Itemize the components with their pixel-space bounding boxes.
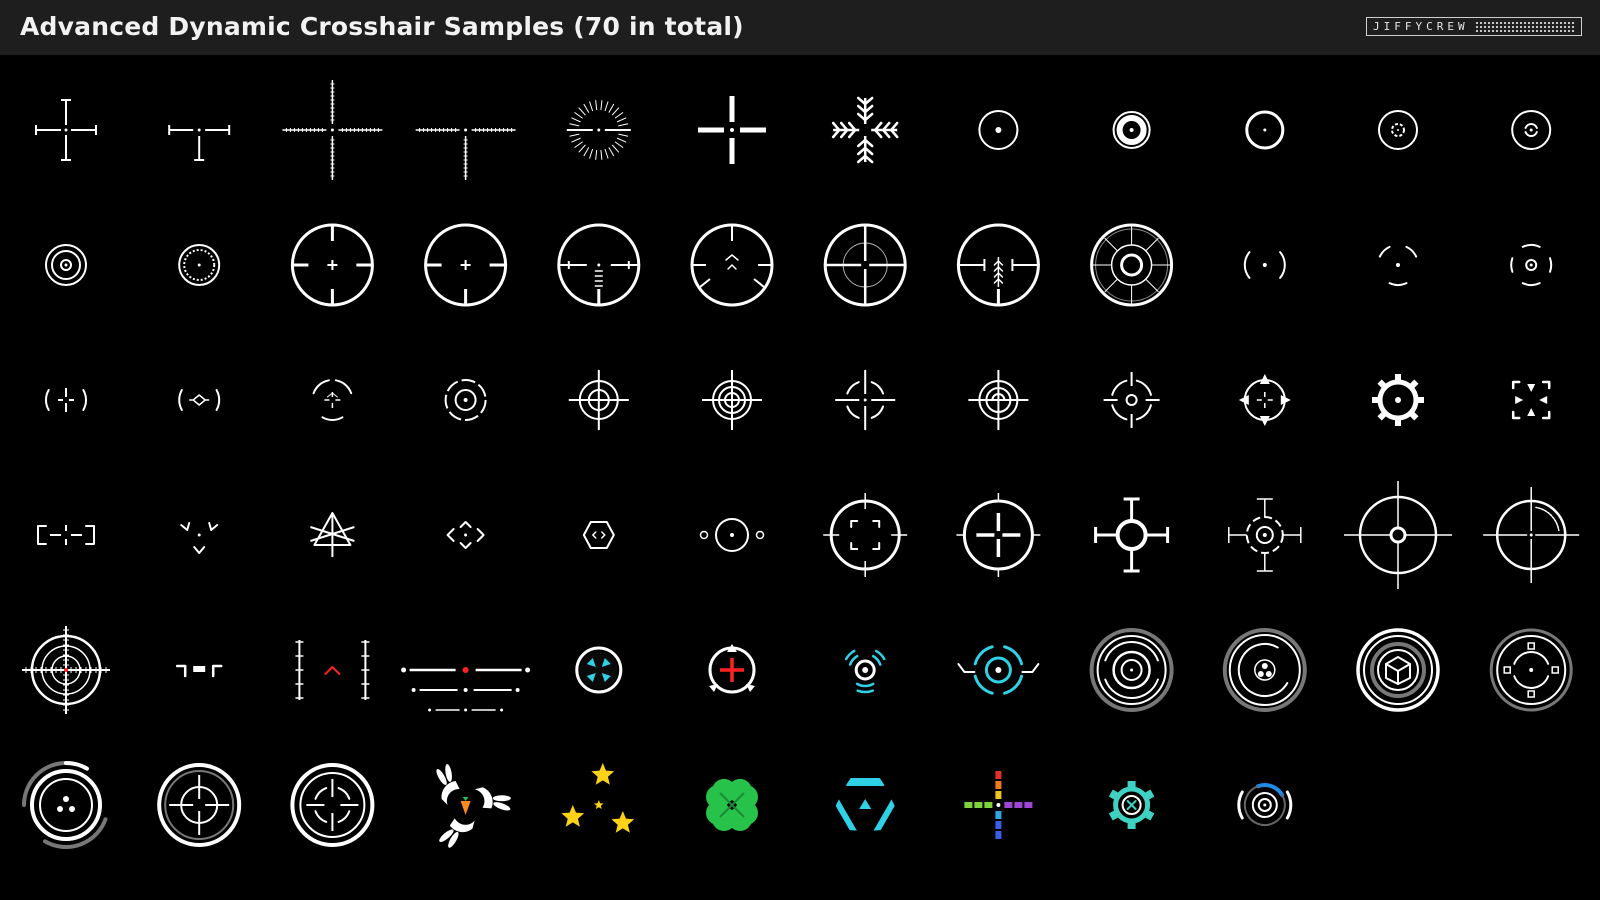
crosshair-hexagon-diamond <box>582 521 615 549</box>
crosshair-bold-plus <box>698 96 766 164</box>
crosshair-rgb-cross <box>964 771 1033 839</box>
crosshair-scope-target <box>1090 223 1174 307</box>
crosshair-bracket-pair-dot <box>1510 244 1553 286</box>
crosshair-hud-squares <box>1489 628 1573 712</box>
crosshair-scope-ladder <box>557 223 641 307</box>
crosshair-rail-chevron <box>295 640 370 700</box>
crosshair-cyan-fan-circle <box>575 646 623 694</box>
logo-dot-pattern <box>1474 21 1575 32</box>
crosshair-hud-arcs <box>1089 628 1174 712</box>
crosshair-teal-gear <box>1108 781 1155 829</box>
crosshair-cross-triple-ring <box>702 370 762 430</box>
crosshair-ring-crosshair-ticks <box>1228 498 1302 572</box>
crosshair-cyan-wave-dot <box>844 649 886 694</box>
crosshair-ring-side-dots <box>699 518 765 552</box>
crosshair-bold-ring-brackets <box>290 763 375 847</box>
crosshair-ring-corner-brackets <box>823 493 908 577</box>
crosshair-double-ring-cross <box>157 763 242 847</box>
crosshair-scope-chevron <box>690 223 774 307</box>
crosshair-ring-tiny-circle <box>1378 110 1418 150</box>
crosshair-arc-pair-dot <box>1378 245 1418 286</box>
crosshair-bracket-dash <box>37 525 95 545</box>
crosshair-ring-small-dot <box>178 244 221 286</box>
crosshair-blue-arc-ring <box>1237 783 1293 826</box>
crosshair-bracket-bar <box>175 664 223 678</box>
header-bar: Advanced Dynamic Crosshair Samples (70 i… <box>0 0 1600 55</box>
crosshair-scope-cross-inner <box>823 223 907 307</box>
crosshair-scope-plus <box>290 223 374 307</box>
crosshair-tee-gap <box>168 125 231 161</box>
crosshair-thick-ring <box>1112 111 1151 149</box>
crosshair-gapped-ring-dot <box>1103 372 1160 428</box>
crosshair-three-stars <box>561 763 635 833</box>
crosshair-scope-arrow <box>956 223 1040 307</box>
crosshair-diamond-chevrons <box>446 521 485 549</box>
crosshair-four-leaf-clover <box>706 779 758 831</box>
crosshair-large-cross-ring <box>1344 481 1452 589</box>
crosshair-dot-ring <box>978 110 1019 150</box>
crosshair-paren-dot <box>1243 251 1286 279</box>
crosshair-rabbit-carrot <box>436 764 511 848</box>
crosshair-red-plus-triangles <box>708 644 756 694</box>
page-title: Advanced Dynamic Crosshair Samples (70 i… <box>20 12 744 41</box>
crosshair-scope-plus-thin <box>424 223 508 307</box>
crosshair-thin-ring-dot <box>1245 110 1285 150</box>
crosshair-thick-ring-dots <box>22 761 108 849</box>
crosshair-thick-ring-cross <box>956 493 1041 577</box>
crosshair-grid <box>22 80 1580 849</box>
crosshair-v-chevrons <box>180 522 219 554</box>
crosshair-ring-notch <box>1511 110 1552 150</box>
crosshair-cyan-segments <box>835 778 895 831</box>
crosshair-plus-ticked <box>282 80 383 180</box>
crosshair-cross-ring-ticked <box>968 370 1029 430</box>
crosshair-hud-dots <box>1222 628 1307 712</box>
crosshair-sunburst <box>566 100 631 160</box>
crosshair-tee-ticked <box>415 128 516 180</box>
crosshair-broken-ring-plus <box>45 388 87 412</box>
crosshair-pin-ring <box>1094 497 1170 573</box>
crosshair-hud-cube <box>1356 628 1440 712</box>
crosshair-triangle-cross <box>310 512 355 557</box>
crosshair-mil-scope <box>22 626 110 714</box>
crosshair-line-stack <box>401 667 531 712</box>
crosshair-cross-double-ring <box>568 370 629 430</box>
crosshair-ring-dotted-quarter <box>1483 487 1580 583</box>
logo-text: JIFFYCREW <box>1373 20 1469 33</box>
crosshair-arrow-snowflake <box>831 96 899 164</box>
crosshair-cyan-arc-ring <box>957 645 1040 695</box>
crosshair-plus-gap <box>35 99 97 161</box>
crosshair-paren-diamond <box>178 389 221 411</box>
crosshair-cross-ring-gap <box>835 370 896 430</box>
crosshair-corner-arrows <box>1511 380 1551 420</box>
crosshair-arrow-ring <box>1238 374 1291 426</box>
crosshair-broken-ring-cross <box>312 379 353 421</box>
crosshair-double-ring-dot <box>45 244 87 286</box>
crosshair-gear-dot <box>1372 374 1424 426</box>
crosshair-dashed-double-ring <box>444 379 487 421</box>
jiffycrew-logo: JIFFYCREW <box>1366 17 1582 36</box>
